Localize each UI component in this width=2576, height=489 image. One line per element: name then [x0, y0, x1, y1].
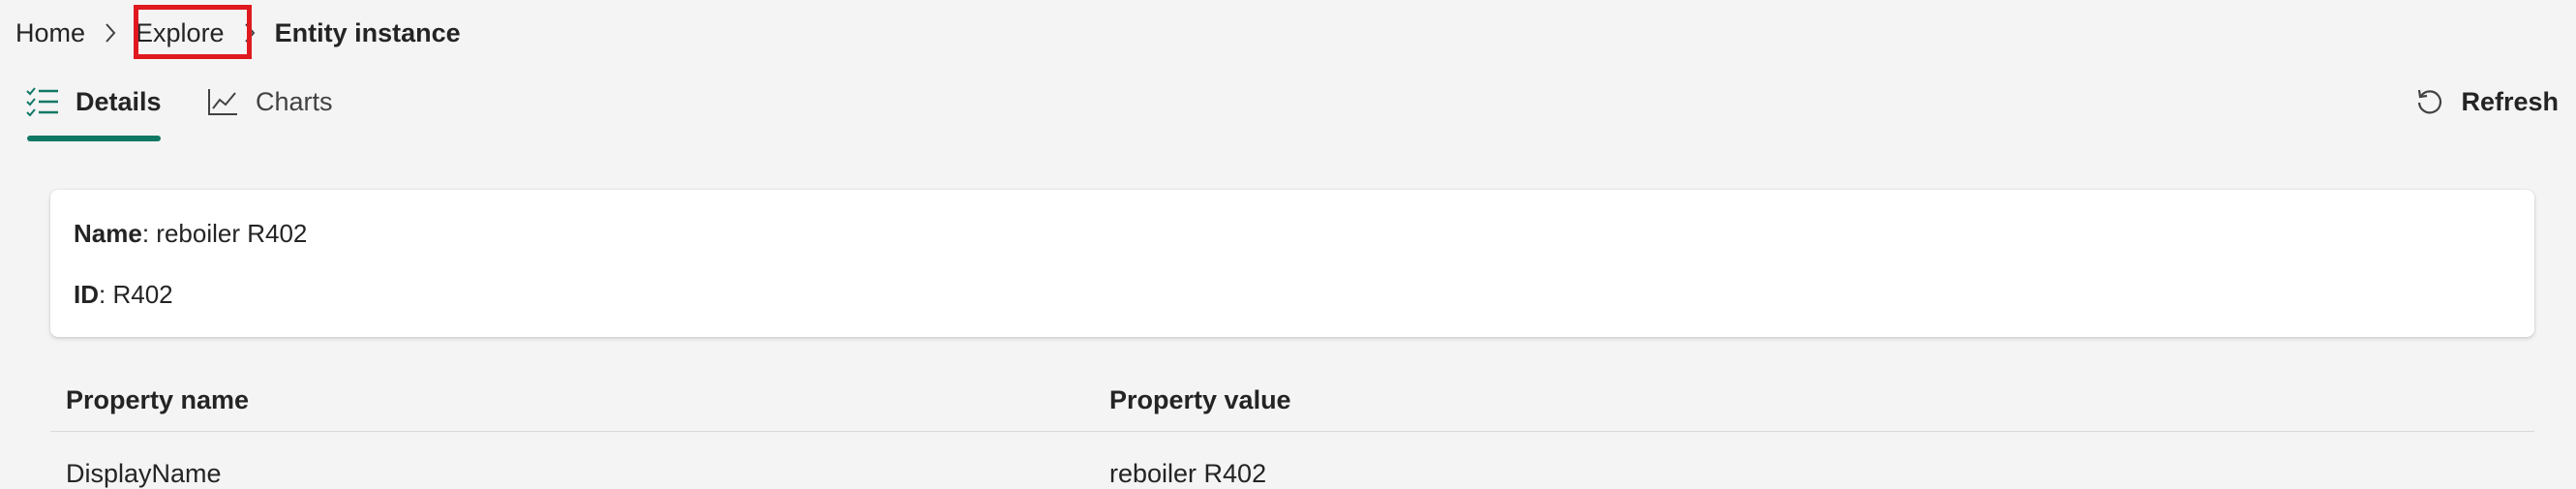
entity-id-label: ID: [74, 280, 99, 309]
entity-id-field: ID: R402: [74, 280, 173, 309]
table-header-divider: [50, 431, 2534, 432]
column-header-property-value[interactable]: Property value: [1109, 385, 1291, 415]
checklist-icon: [25, 84, 60, 119]
entity-name-value: reboiler R402: [156, 219, 308, 248]
highlight-box: [134, 5, 252, 59]
tab-selected-indicator: [27, 136, 161, 141]
table-cell-property-value: reboiler R402: [1109, 459, 1267, 488]
chevron-right-icon: [99, 22, 122, 44]
breadcrumb-home[interactable]: Home: [15, 18, 85, 48]
entity-name-field: Name: reboiler R402: [74, 219, 308, 248]
refresh-label: Refresh: [2461, 86, 2559, 116]
entity-id-value: R402: [112, 280, 173, 309]
refresh-icon: [2412, 84, 2447, 119]
tab-details-label: Details: [76, 86, 162, 116]
entity-name-label: Name: [74, 219, 142, 248]
column-header-property-name[interactable]: Property name: [66, 385, 249, 415]
line-chart-icon: [205, 84, 240, 119]
tab-charts-label: Charts: [256, 86, 333, 116]
entity-summary-card: Name: reboiler R402 ID: R402: [50, 190, 2534, 337]
tab-charts[interactable]: Charts: [205, 81, 333, 122]
table-cell-property-name: DisplayName: [66, 459, 222, 488]
tab-details[interactable]: Details: [25, 81, 162, 122]
refresh-button[interactable]: Refresh: [2412, 81, 2559, 122]
breadcrumb-entity-instance: Entity instance: [274, 17, 461, 47]
